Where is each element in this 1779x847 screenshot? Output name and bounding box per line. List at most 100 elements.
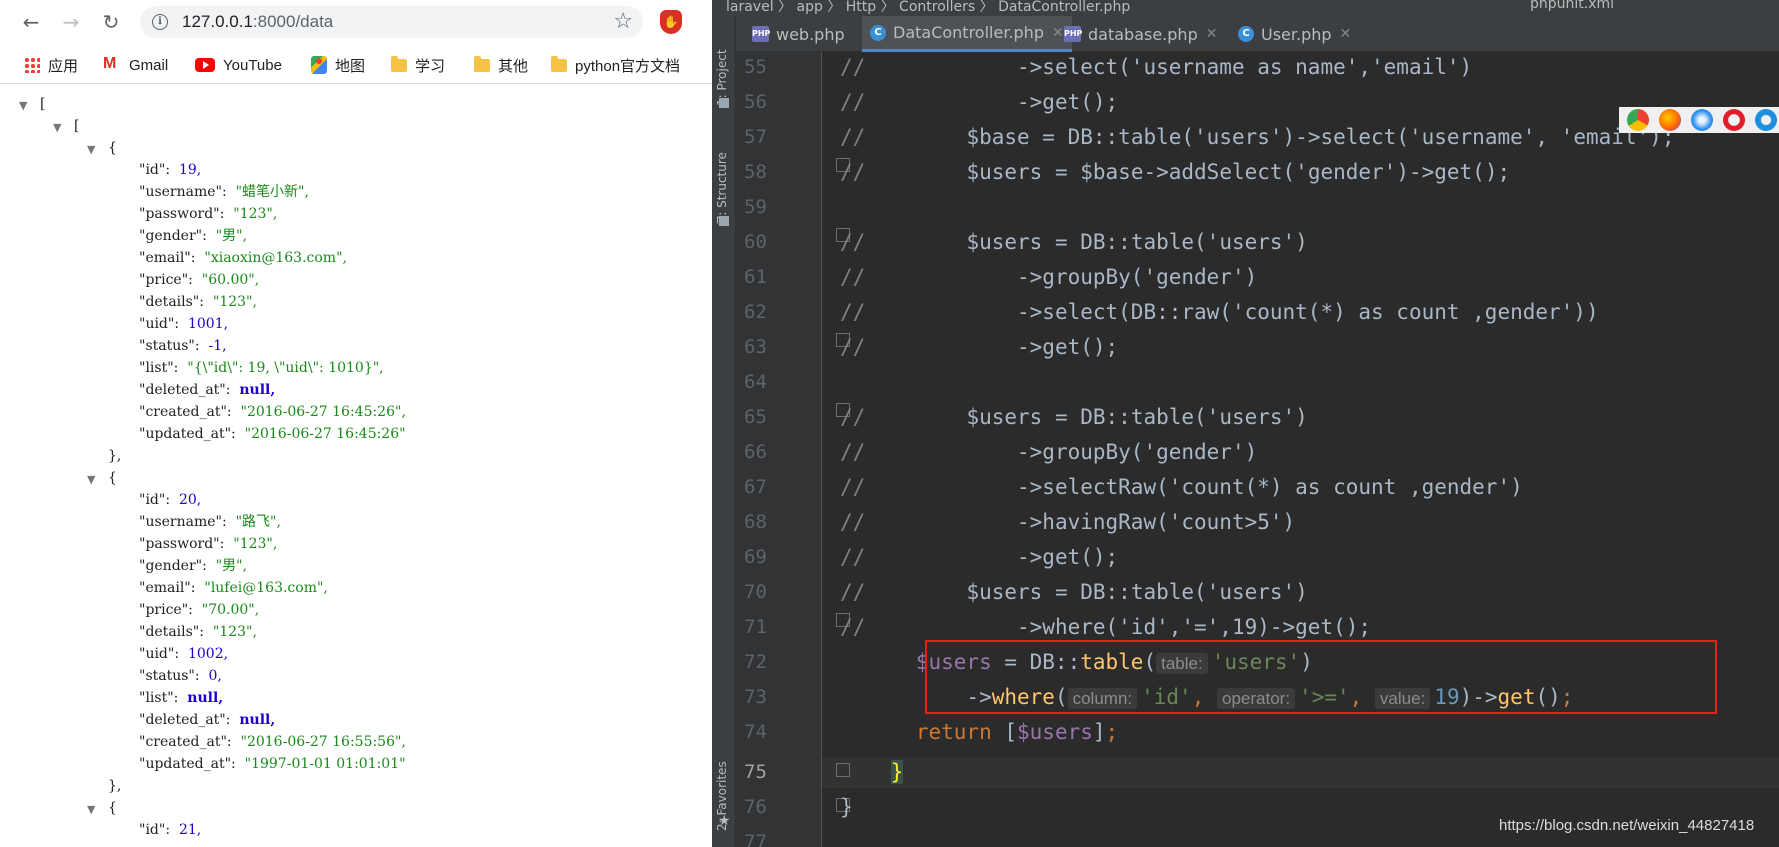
collapse-triangle-icon[interactable]: ▼ — [53, 121, 61, 134]
bookmark-apps[interactable]: 应用 — [24, 54, 78, 76]
line-number: 72 — [744, 651, 767, 673]
json-row: "updated_at": "2016-06-27 16:45:26" — [139, 426, 406, 442]
php-file-icon: PHP — [752, 26, 770, 42]
bookmark-folder-python[interactable]: python官方文档 — [551, 54, 680, 76]
json-brace: { — [108, 140, 117, 156]
json-row: "created_at": "2016-06-27 16:45:26", — [139, 404, 406, 420]
json-row: "price": "60.00", — [139, 272, 260, 288]
line-number: 68 — [744, 511, 767, 533]
firefox-icon[interactable] — [1659, 109, 1681, 131]
structure-tool-button[interactable]: Z: Structure — [715, 134, 733, 224]
bookmark-youtube[interactable]: YouTube — [195, 54, 282, 76]
code-line: // ->selectRaw('count(*) as count ,gende… — [840, 475, 1523, 499]
class-file-icon: C — [870, 24, 886, 41]
run-config-select[interactable]: phpunit.xml — [1530, 0, 1614, 12]
tab-user-php[interactable]: C User.php ✕ — [1230, 16, 1359, 52]
code-line: // ->select('username as name','email') — [840, 55, 1473, 79]
edge-icon[interactable] — [1755, 109, 1777, 131]
json-row: "password": "123", — [139, 206, 278, 222]
bookmark-label: 其他 — [498, 57, 529, 75]
json-row: "deleted_at": null, — [139, 382, 276, 398]
breadcrumb[interactable]: laravel 〉 app 〉 Http 〉 Controllers 〉 Dat… — [726, 0, 1130, 16]
forward-arrow-icon[interactable]: → — [58, 9, 84, 35]
code-line: // ->get(); — [840, 90, 1119, 114]
json-brace: { — [108, 470, 117, 486]
structure-icon — [719, 216, 729, 226]
json-row: "details": "123", — [139, 294, 257, 310]
json-row: "email": "lufei@163.com", — [139, 580, 328, 596]
watermark: https://blog.csdn.net/weixin_44827418 — [1499, 817, 1755, 834]
collapse-triangle-icon[interactable]: ▼ — [87, 803, 95, 816]
line-number: 67 — [744, 476, 767, 498]
chrome-icon[interactable] — [1627, 109, 1649, 131]
opera-icon[interactable] — [1723, 109, 1745, 131]
browser-toolbar: ← → ↻ i 127.0.0.1:8000/data ☆ ✋ — [0, 0, 712, 44]
close-tab-icon[interactable]: ✕ — [1340, 26, 1352, 42]
gmail-icon — [103, 55, 121, 73]
bookmark-gmail[interactable]: Gmail — [103, 54, 168, 76]
tab-database-php[interactable]: PHP database.php ✕ — [1056, 16, 1225, 52]
info-icon[interactable]: i — [152, 14, 168, 30]
project-tool-button[interactable]: 1: Project — [715, 26, 733, 106]
back-arrow-icon[interactable]: ← — [18, 9, 44, 35]
tab-web-php[interactable]: PHP web.php — [744, 16, 853, 52]
reload-icon[interactable]: ↻ — [98, 9, 124, 35]
code-line: // ->groupBy('gender') — [840, 440, 1258, 464]
class-file-icon: C — [1238, 26, 1254, 42]
collapse-triangle-icon[interactable]: ▼ — [87, 143, 95, 156]
code-line: // ->groupBy('gender') — [840, 265, 1258, 289]
browser-picker-popup — [1619, 107, 1779, 133]
line-number: 65 — [744, 406, 767, 428]
bookmark-maps[interactable]: 地图 — [311, 54, 365, 76]
highlight-box — [925, 640, 1717, 714]
line-number: 75 — [744, 761, 767, 783]
bookmark-folder-study[interactable]: 学习 — [391, 54, 445, 76]
collapse-triangle-icon[interactable]: ▼ — [87, 473, 95, 486]
line-number: 76 — [744, 796, 767, 818]
json-row: "uid": 1001, — [139, 316, 229, 332]
line-number: 69 — [744, 546, 767, 568]
bookmark-folder-other[interactable]: 其他 — [474, 54, 528, 76]
json-row: "username": "路飞", — [139, 514, 281, 530]
line-number: 63 — [744, 336, 767, 358]
code-line: // ->havingRaw('count>5') — [840, 510, 1296, 534]
code-line: // $users = DB::table('users') — [840, 230, 1308, 254]
close-tab-icon[interactable]: ✕ — [1206, 26, 1218, 42]
line-number: 77 — [744, 831, 767, 847]
line-number: 60 — [744, 231, 767, 253]
json-row: "status": 0, — [139, 668, 222, 684]
code-line: // ->get(); — [840, 335, 1119, 359]
bookmark-star-icon[interactable]: ☆ — [613, 9, 633, 34]
line-number: 64 — [744, 371, 767, 393]
url-text[interactable]: 127.0.0.1:8000/data — [182, 12, 333, 32]
json-row: "gender": "男", — [139, 228, 248, 244]
maps-icon — [311, 56, 327, 74]
extension-icon[interactable]: ✋ — [660, 10, 682, 34]
bookmark-label: 学习 — [415, 57, 446, 75]
code-line: // ->get(); — [840, 545, 1119, 569]
bookmarks-bar: 应用 Gmail YouTube 地图 学习 其他 python官方文档 — [0, 44, 712, 84]
bookmark-label: YouTube — [223, 56, 282, 74]
json-row: "details": "123", — [139, 624, 257, 640]
line-number: 74 — [744, 721, 767, 743]
json-row: "created_at": "2016-06-27 16:55:56", — [139, 734, 406, 750]
youtube-icon — [195, 58, 215, 72]
json-bracket: [ — [74, 118, 80, 134]
star-icon: ★ — [718, 813, 731, 829]
address-bar[interactable]: i 127.0.0.1:8000/data ☆ — [140, 6, 643, 38]
code-line: // $base = DB::table('users')->select('u… — [840, 125, 1675, 149]
folder-icon — [474, 55, 490, 72]
json-brace: }, — [108, 448, 122, 464]
line-number-gutter: 55 56 57 58 59 60 61 62 63 64 65 66 67 6… — [736, 52, 850, 847]
tab-datacontroller-php[interactable]: C DataController.php ✕ — [862, 16, 1072, 52]
safari-icon[interactable] — [1691, 109, 1713, 131]
code-editor[interactable]: // ->select('username as name','email') … — [840, 52, 1779, 847]
json-row: "uid": 1002, — [139, 646, 229, 662]
json-row: "id": 20, — [139, 492, 202, 508]
folder-icon — [391, 55, 407, 72]
folder-icon — [551, 55, 567, 72]
line-number: 58 — [744, 161, 767, 183]
code-line: // ->select(DB::raw('count(*) as count ,… — [840, 300, 1599, 324]
collapse-triangle-icon[interactable]: ▼ — [19, 99, 27, 112]
tool-window-strip: 1: Project Z: Structure 2: Favorites ★ — [712, 16, 736, 847]
